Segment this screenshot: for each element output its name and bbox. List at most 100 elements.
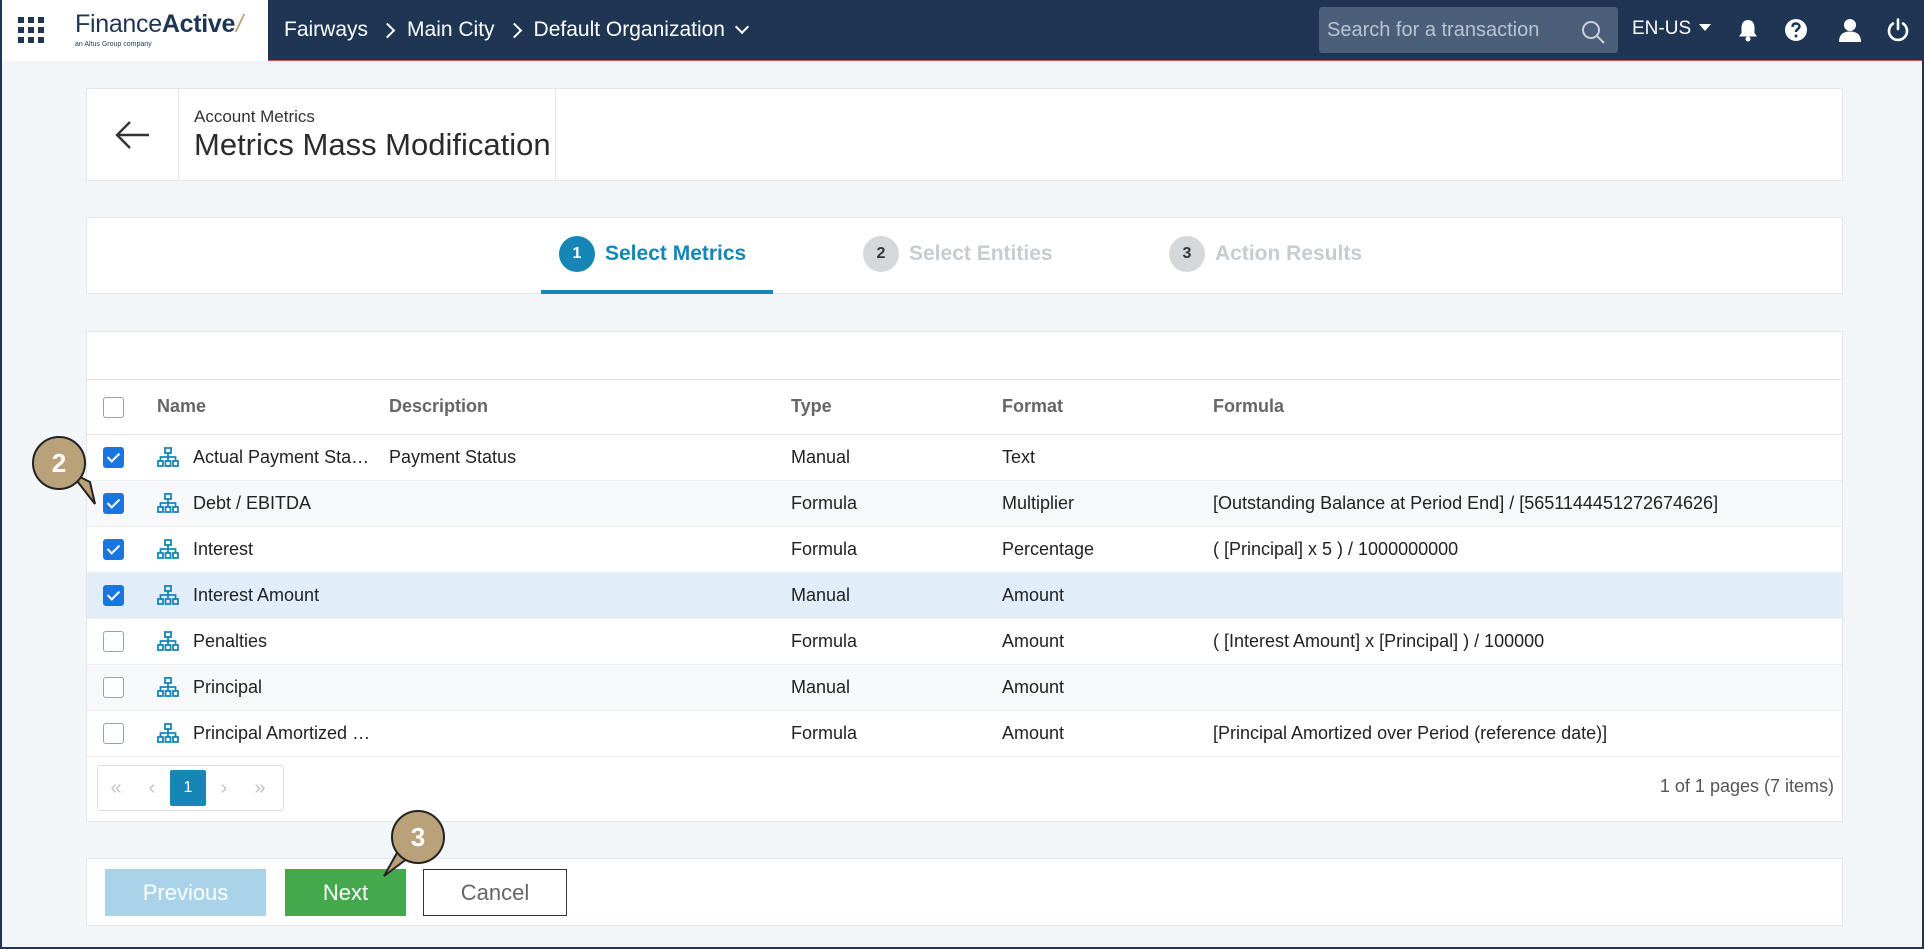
row-checkbox[interactable]: [103, 446, 124, 468]
help-icon[interactable]: [1783, 17, 1809, 43]
metric-formula: ( [Interest Amount] x [Principal] ) / 10…: [1213, 618, 1842, 665]
app-grid-icon[interactable]: [18, 16, 46, 44]
caret-down-icon: [1699, 23, 1712, 31]
metric-format: Text: [1002, 434, 1213, 481]
metric-description: Payment Status: [389, 434, 791, 481]
table-row[interactable]: Interest Formula Percentage( [Principal] x…: [87, 526, 1842, 573]
column-header-description[interactable]: Description: [389, 380, 791, 435]
pagination-info: 1 of 1 pages (7 items): [1659, 776, 1834, 796]
top-bar: FinanceActive/ an Altus Group company Fa…: [2, 0, 1922, 61]
metric-type: Formula: [791, 710, 1002, 757]
breadcrumb-organization[interactable]: Default Organization: [534, 18, 725, 42]
table-row[interactable]: Actual Payment Sta… Payment Status Manual T…: [87, 434, 1842, 481]
hierarchy-icon: [157, 539, 179, 559]
column-header-name[interactable]: Name: [157, 380, 389, 435]
metric-type: Formula: [791, 480, 1002, 527]
language-selector[interactable]: EN-US: [1632, 18, 1712, 40]
breadcrumb: Fairways Main City Default Organization: [284, 18, 750, 42]
metric-description: [389, 572, 791, 619]
step-select-entities[interactable]: 2 Select Entities: [863, 236, 1053, 272]
row-checkbox[interactable]: [103, 492, 124, 514]
row-checkbox[interactable]: [103, 722, 124, 744]
table-toolbar: [87, 332, 1842, 380]
row-checkbox[interactable]: [103, 538, 124, 560]
page-subtitle: Account Metrics: [194, 107, 315, 126]
search-box: [1319, 7, 1618, 53]
pagination: « ‹ 1 › »: [97, 765, 284, 811]
metric-format: Percentage: [1002, 526, 1213, 573]
user-icon[interactable]: [1837, 17, 1863, 43]
metric-name[interactable]: Actual Payment Sta…: [193, 447, 369, 468]
hierarchy-icon: [157, 447, 179, 467]
hierarchy-icon: [157, 585, 179, 605]
metric-name[interactable]: Interest Amount: [193, 585, 319, 606]
metric-formula: [Outstanding Balance at Period End] / [5…: [1213, 480, 1842, 527]
row-checkbox[interactable]: [103, 630, 124, 652]
search-icon[interactable]: [1580, 19, 1606, 45]
page-title: Metrics Mass Modification: [194, 127, 551, 162]
select-all-checkbox[interactable]: [103, 396, 124, 418]
metric-type: Manual: [791, 664, 1002, 711]
metric-formula: [1213, 572, 1842, 619]
row-checkbox[interactable]: [103, 584, 124, 606]
previous-page-button[interactable]: ‹: [134, 766, 170, 810]
step-action-results[interactable]: 3 Action Results: [1169, 236, 1362, 272]
metric-name[interactable]: Debt / EBITDA: [193, 493, 311, 514]
chevron-right-icon: [379, 22, 396, 38]
metric-formula: [1213, 664, 1842, 711]
metric-name[interactable]: Interest: [193, 539, 253, 560]
table-row[interactable]: Principal Amortized … Formula Amount [Princ…: [87, 710, 1842, 757]
column-header-type[interactable]: Type: [791, 380, 1002, 435]
column-header-format[interactable]: Format: [1002, 380, 1213, 435]
previous-button[interactable]: Previous: [105, 869, 266, 916]
chevron-right-icon: [506, 22, 522, 38]
finance-active-logo[interactable]: FinanceActive/ an Altus Group company: [75, 12, 243, 49]
bell-icon[interactable]: [1735, 17, 1761, 43]
metric-type: Manual: [791, 572, 1002, 619]
first-page-button[interactable]: «: [98, 766, 134, 810]
metric-formula: [1213, 434, 1842, 481]
hierarchy-icon: [157, 677, 179, 697]
metric-name[interactable]: Principal Amortized …: [193, 723, 370, 744]
metric-format: Amount: [1002, 664, 1213, 711]
metrics-table-panel: Name Description Type Format Formula Act…: [86, 331, 1843, 822]
breadcrumb-main-city[interactable]: Main City: [407, 18, 495, 42]
chevron-down-icon[interactable]: [734, 19, 750, 35]
row-checkbox[interactable]: [103, 676, 124, 698]
table-row[interactable]: Principal Manual Amount: [87, 664, 1842, 711]
cancel-button[interactable]: Cancel: [423, 869, 567, 916]
wizard-actions: Previous Next Cancel: [86, 858, 1843, 926]
arrow-left-icon: [114, 120, 149, 149]
metric-description: [389, 618, 791, 665]
metric-type: Formula: [791, 618, 1002, 665]
metric-name[interactable]: Penalties: [193, 631, 267, 652]
column-header-formula[interactable]: Formula: [1213, 380, 1842, 435]
active-step-indicator: [541, 290, 773, 294]
next-page-button[interactable]: ›: [206, 766, 242, 810]
logo-area: FinanceActive/ an Altus Group company: [2, 0, 268, 61]
page-number-button[interactable]: 1: [170, 770, 206, 806]
hierarchy-icon: [157, 493, 179, 513]
metric-name[interactable]: Principal: [193, 677, 262, 698]
page-header: Account Metrics Metrics Mass Modificatio…: [86, 88, 1843, 181]
last-page-button[interactable]: »: [242, 766, 278, 810]
table-header-row: Name Description Type Format Formula: [87, 380, 1842, 435]
back-button[interactable]: [87, 89, 179, 180]
metric-description: [389, 526, 791, 573]
title-area: Account Metrics Metrics Mass Modificatio…: [179, 89, 556, 180]
metric-format: Multiplier: [1002, 480, 1213, 527]
metric-format: Amount: [1002, 572, 1213, 619]
metric-format: Amount: [1002, 618, 1213, 665]
step-select-metrics[interactable]: 1 Select Metrics: [559, 236, 746, 272]
hierarchy-icon: [157, 631, 179, 651]
search-input[interactable]: [1327, 18, 1567, 42]
metric-format: Amount: [1002, 710, 1213, 757]
table-row[interactable]: Debt / EBITDA Formula Multiplier [Outstandi…: [87, 480, 1842, 527]
metric-formula: [Principal Amortized over Period (refere…: [1213, 710, 1842, 757]
metrics-table: Name Description Type Format Formula Act…: [87, 380, 1842, 757]
table-row[interactable]: Penalties Formula Amount( [Interest Amount…: [87, 618, 1842, 665]
power-icon[interactable]: [1885, 17, 1911, 43]
table-row[interactable]: Interest Amount Manual Amount: [87, 572, 1842, 619]
breadcrumb-fairways[interactable]: Fairways: [284, 18, 368, 42]
callout-badge-2: 2: [32, 436, 86, 490]
